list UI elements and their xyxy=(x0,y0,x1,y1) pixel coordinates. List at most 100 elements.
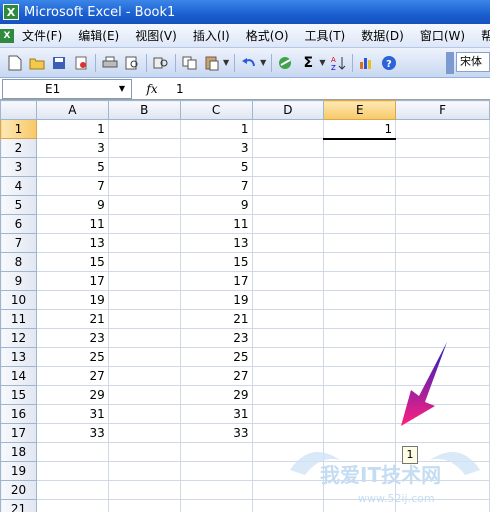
cell-f[interactable] xyxy=(395,347,490,367)
excel-app-icon[interactable]: X xyxy=(3,4,19,20)
row-header[interactable]: 21 xyxy=(0,499,37,512)
name-box-dropdown-icon[interactable]: ▼ xyxy=(115,82,129,96)
cell-d[interactable] xyxy=(251,119,325,139)
menu-window[interactable]: 窗口(W) xyxy=(412,26,473,46)
cell-a[interactable]: 25 xyxy=(35,347,109,367)
cell-f[interactable] xyxy=(395,499,490,512)
cell-b[interactable] xyxy=(107,480,181,500)
cell-f[interactable] xyxy=(395,176,490,196)
cell-c[interactable]: 15 xyxy=(179,252,253,272)
cell-f[interactable] xyxy=(395,195,490,215)
toolbar-overflow-chevron[interactable] xyxy=(446,52,454,74)
autosum-icon[interactable]: Σ xyxy=(298,53,318,73)
cell-e[interactable] xyxy=(323,195,397,215)
cell-a[interactable]: 3 xyxy=(35,138,109,158)
cell-e[interactable] xyxy=(323,290,397,310)
column-header-b[interactable]: B xyxy=(107,100,181,120)
row-header[interactable]: 3 xyxy=(0,157,37,177)
row-header[interactable]: 4 xyxy=(0,176,37,196)
workbook-icon[interactable]: X xyxy=(0,26,14,46)
cell-e[interactable] xyxy=(323,176,397,196)
cell-c[interactable]: 33 xyxy=(179,423,253,443)
undo-icon[interactable] xyxy=(239,53,259,73)
cell-f[interactable] xyxy=(395,290,490,310)
cell-b[interactable] xyxy=(107,195,181,215)
save-icon[interactable] xyxy=(49,53,69,73)
column-header-d[interactable]: D xyxy=(251,100,325,120)
column-header-e[interactable]: E xyxy=(323,100,397,120)
cell-e[interactable] xyxy=(323,214,397,234)
research-icon[interactable] xyxy=(151,53,171,73)
cell-d[interactable] xyxy=(251,176,325,196)
cell-c[interactable]: 29 xyxy=(179,385,253,405)
undo-dropdown-icon[interactable]: ▼ xyxy=(260,58,266,67)
cell-e[interactable]: 1 xyxy=(323,119,397,140)
cell-d[interactable] xyxy=(251,195,325,215)
cell-b[interactable] xyxy=(107,423,181,443)
cell-e[interactable] xyxy=(323,233,397,253)
row-header[interactable]: 18 xyxy=(0,442,37,462)
row-header[interactable]: 20 xyxy=(0,480,37,500)
row-header[interactable]: 8 xyxy=(0,252,37,272)
cell-f[interactable] xyxy=(395,309,490,329)
cell-d[interactable] xyxy=(251,404,325,424)
row-header[interactable]: 11 xyxy=(0,309,37,329)
insert-function-icon[interactable]: fx xyxy=(132,82,172,96)
cell-d[interactable] xyxy=(251,290,325,310)
paste-icon[interactable] xyxy=(202,53,222,73)
column-header-c[interactable]: C xyxy=(179,100,253,120)
cell-d[interactable] xyxy=(251,233,325,253)
cell-d[interactable] xyxy=(251,442,325,462)
cell-a[interactable]: 9 xyxy=(35,195,109,215)
cell-e[interactable] xyxy=(323,252,397,272)
cell-c[interactable]: 7 xyxy=(179,176,253,196)
cell-b[interactable] xyxy=(107,214,181,234)
cell-b[interactable] xyxy=(107,347,181,367)
cell-e[interactable] xyxy=(323,138,397,158)
cell-a[interactable] xyxy=(35,461,109,481)
cell-c[interactable]: 13 xyxy=(179,233,253,253)
cell-a[interactable]: 17 xyxy=(35,271,109,291)
row-header[interactable]: 1 xyxy=(0,119,37,139)
cell-d[interactable] xyxy=(251,271,325,291)
row-header[interactable]: 9 xyxy=(0,271,37,291)
cell-d[interactable] xyxy=(251,423,325,443)
row-header[interactable]: 14 xyxy=(0,366,37,386)
cell-c[interactable]: 19 xyxy=(179,290,253,310)
hyperlink-icon[interactable] xyxy=(276,53,296,73)
cell-f[interactable] xyxy=(395,252,490,272)
cell-d[interactable] xyxy=(251,138,325,158)
select-all-corner[interactable] xyxy=(0,100,37,120)
cell-e[interactable] xyxy=(323,157,397,177)
cell-a[interactable]: 15 xyxy=(35,252,109,272)
column-header-f[interactable]: F xyxy=(395,100,490,120)
cell-e[interactable] xyxy=(323,366,397,386)
cell-b[interactable] xyxy=(107,385,181,405)
row-header[interactable]: 6 xyxy=(0,214,37,234)
cell-a[interactable]: 13 xyxy=(35,233,109,253)
cell-a[interactable]: 11 xyxy=(35,214,109,234)
cell-c[interactable] xyxy=(179,499,253,512)
cell-a[interactable]: 19 xyxy=(35,290,109,310)
cell-e[interactable] xyxy=(323,423,397,443)
cell-b[interactable] xyxy=(107,442,181,462)
cell-d[interactable] xyxy=(251,385,325,405)
cell-f[interactable] xyxy=(395,461,490,481)
cell-b[interactable] xyxy=(107,309,181,329)
cell-b[interactable] xyxy=(107,176,181,196)
cell-b[interactable] xyxy=(107,404,181,424)
cell-c[interactable]: 3 xyxy=(179,138,253,158)
cell-a[interactable]: 31 xyxy=(35,404,109,424)
cell-f[interactable] xyxy=(395,328,490,348)
cell-d[interactable] xyxy=(251,480,325,500)
cell-b[interactable] xyxy=(107,499,181,512)
cell-b[interactable] xyxy=(107,271,181,291)
cell-d[interactable] xyxy=(251,461,325,481)
column-header-a[interactable]: A xyxy=(35,100,109,120)
row-header[interactable]: 2 xyxy=(0,138,37,158)
formula-input[interactable]: 1 xyxy=(172,82,184,96)
cell-c[interactable] xyxy=(179,442,253,462)
font-name-box[interactable]: 宋体 xyxy=(456,52,490,72)
cell-c[interactable]: 31 xyxy=(179,404,253,424)
cell-e[interactable] xyxy=(323,404,397,424)
